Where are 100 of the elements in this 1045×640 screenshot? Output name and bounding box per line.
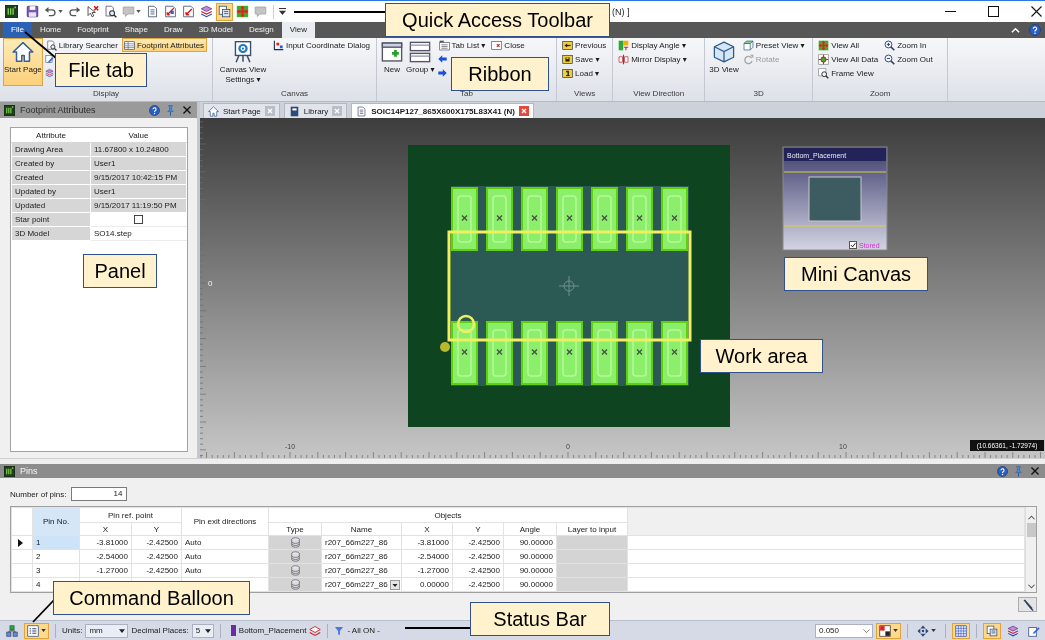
pencil-icon[interactable] — [44, 54, 54, 64]
target-icon — [818, 53, 830, 65]
grid-icon — [955, 624, 967, 637]
caret-icon — [893, 629, 898, 632]
scrollbar[interactable] — [1025, 507, 1036, 592]
table-cell: Auto — [181, 563, 269, 578]
ribbon-button[interactable]: Tab List ▾ — [436, 38, 489, 52]
right-arrow-icon[interactable] — [437, 68, 447, 78]
ribbon-button[interactable]: Input Coordinate Dialog — [271, 38, 374, 52]
collapse-icon[interactable] — [1011, 27, 1020, 33]
ribbon-tab[interactable]: Draw — [155, 22, 191, 38]
table-cell[interactable]: 2 — [36, 552, 41, 561]
file-tab[interactable]: File — [3, 22, 32, 38]
chevron-down-icon — [863, 628, 870, 633]
checkbox[interactable] — [134, 215, 143, 224]
pad — [626, 187, 653, 251]
crosshair-icon — [558, 275, 580, 297]
ribbon-tab[interactable]: Design — [240, 22, 282, 38]
table-cell: -2.42500 — [452, 563, 504, 578]
layers-icon[interactable] — [44, 68, 54, 78]
ribbon-button[interactable]: Zoom In — [882, 38, 930, 52]
home-icon — [11, 41, 34, 63]
table-cell: -2.54000 — [79, 549, 132, 564]
toolbar-button[interactable] — [876, 622, 901, 639]
row-pointer-icon — [18, 538, 23, 547]
ribbon-button[interactable]: Library Searcher — [43, 38, 121, 52]
ribbon-button[interactable]: New — [380, 38, 405, 86]
grid-size-field[interactable]: 0.050 — [815, 623, 873, 638]
dropdown-arrow-icon — [204, 628, 211, 633]
viewport-frame[interactable] — [808, 176, 862, 222]
group-label: Views — [573, 88, 597, 100]
document-tab[interactable]: Start Page — [203, 103, 280, 118]
scroll-down-icon[interactable] — [1027, 584, 1035, 589]
ribbon-button[interactable]: Frame View — [816, 66, 877, 80]
help-icon[interactable] — [997, 465, 1008, 477]
units-dropdown[interactable]: mm — [85, 623, 129, 638]
pin-one-marker — [456, 314, 476, 334]
help-icon[interactable] — [1029, 24, 1041, 36]
layers-outline-icon[interactable] — [309, 624, 322, 637]
pad — [556, 321, 583, 385]
ribbon-button[interactable]: Footprint Attributes — [121, 38, 208, 52]
filter-status[interactable]: - All ON - — [347, 626, 380, 635]
customize-icon[interactable] — [279, 8, 286, 15]
arrow-tile-icon — [562, 39, 574, 51]
cross-arrows-icon — [236, 5, 249, 18]
close-icon[interactable] — [183, 106, 191, 114]
ribbon-button[interactable]: View All — [816, 38, 863, 52]
app-logo-icon[interactable] — [5, 5, 18, 18]
tool-button[interactable] — [1018, 597, 1037, 612]
speech-bubble-icon — [254, 5, 267, 18]
field-label: Decimal Places: — [131, 626, 189, 635]
checkbox[interactable] — [849, 241, 857, 249]
layer-name[interactable]: Bottom_Placement — [238, 626, 307, 635]
ribbon-button[interactable]: Mirror Display ▾ — [616, 52, 690, 66]
table-cell[interactable]: 4 — [36, 580, 41, 589]
ribbon-button[interactable]: Save ▾ — [560, 52, 603, 66]
group-label: View Direction — [632, 88, 686, 100]
ribbon-button[interactable]: Previous — [560, 38, 610, 52]
pad — [591, 187, 618, 251]
ribbon-tab[interactable]: Footprint — [69, 22, 117, 38]
cross-arrows-icon — [818, 39, 830, 51]
axes-icon — [273, 39, 284, 51]
ribbon-button[interactable]: View All Data — [816, 52, 882, 66]
decimal-places-dropdown[interactable]: 5 — [191, 623, 214, 638]
ribbon-button[interactable]: Display Angle ▾ — [616, 38, 689, 52]
ribbon-button[interactable]: Canvas View Settings ▾ — [216, 38, 270, 86]
ribbon-button[interactable]: Zoom Out — [882, 52, 936, 66]
table-cell: 90.00000 — [503, 549, 557, 564]
caret-icon — [58, 10, 63, 13]
scrollbar-thumb[interactable] — [1026, 523, 1036, 537]
ribbon-button[interactable]: Load ▾ — [560, 66, 603, 80]
ribbon-button[interactable]: Close — [489, 38, 528, 52]
table-cell: 90.00000 — [503, 535, 557, 550]
document-icon — [356, 105, 368, 117]
checker-icon — [879, 624, 891, 637]
filter-icon[interactable] — [334, 625, 345, 636]
scroll-up-icon[interactable] — [1027, 515, 1035, 520]
ribbon-button[interactable]: 3D View — [708, 38, 740, 86]
pad — [626, 321, 653, 385]
document-tab[interactable]: Library — [283, 103, 348, 118]
ribbon-button[interactable]: Preset View ▾ — [740, 38, 808, 52]
help-icon[interactable] — [149, 104, 160, 116]
table-cell[interactable]: 3 — [36, 566, 41, 575]
ribbon-button[interactable]: Start Page — [3, 38, 43, 86]
close-icon[interactable] — [1031, 467, 1039, 475]
window-plus-icon — [381, 41, 404, 63]
close-icon[interactable] — [1031, 6, 1042, 17]
pin-count-field[interactable]: 14 — [71, 487, 128, 501]
ribbon-tab[interactable]: Home — [31, 22, 70, 38]
ribbon-tab[interactable]: View — [281, 22, 315, 38]
copy-icon — [986, 624, 998, 637]
document-magnifier-icon — [104, 5, 117, 18]
left-arrow-icon[interactable] — [437, 54, 447, 64]
ribbon-tab[interactable]: 3D Model — [190, 22, 241, 38]
document-tab[interactable]: SOIC14P127_865X600X175L83X41 (N) — [351, 103, 534, 118]
group-label: Canvas — [279, 88, 310, 100]
dropdown-arrow-icon — [119, 628, 126, 633]
ribbon-tab[interactable]: Shape — [116, 22, 156, 38]
ribbon-button[interactable]: Group ▾ — [405, 38, 436, 86]
maximize-icon[interactable] — [988, 6, 999, 17]
